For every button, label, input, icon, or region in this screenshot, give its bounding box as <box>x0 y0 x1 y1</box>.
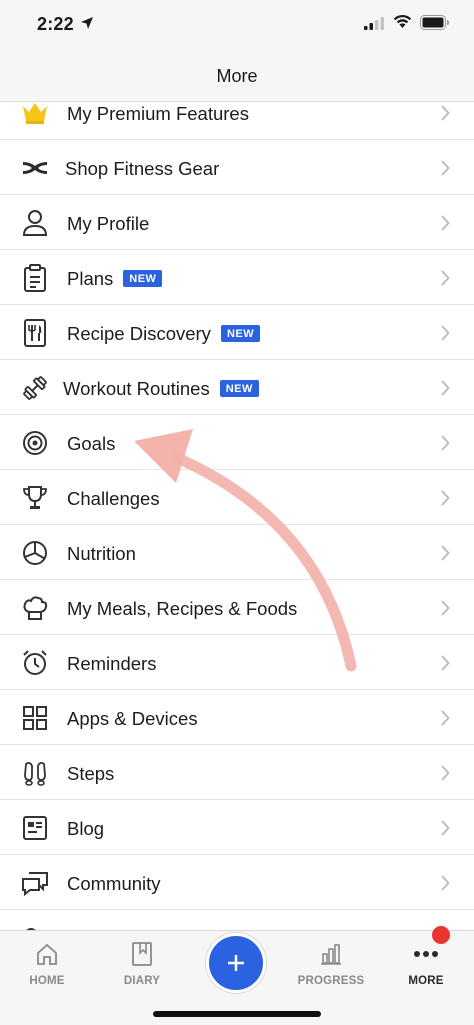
footprints-icon <box>20 758 50 788</box>
chevron-right-icon <box>441 160 450 176</box>
chevron-right-icon <box>441 545 450 561</box>
cellular-signal-icon <box>364 17 384 30</box>
menu-item-label: My Meals, Recipes & Foods <box>67 598 298 619</box>
friends-icon <box>20 923 50 930</box>
tab-diary[interactable]: DIARY <box>97 939 187 987</box>
menu-item-label: Community <box>67 873 161 894</box>
pie-chart-icon <box>20 538 50 568</box>
add-button[interactable] <box>206 933 266 993</box>
menu-item-blog[interactable]: Blog <box>0 800 474 855</box>
menu-item-label: Recipe Discovery NEW <box>67 323 261 345</box>
chevron-right-icon <box>441 600 450 616</box>
tab-label: DIARY <box>123 975 161 987</box>
menu-item-goals[interactable]: Goals <box>0 415 474 470</box>
grid-icon <box>20 703 50 733</box>
menu-item-apps-devices[interactable]: Apps & Devices <box>0 690 474 745</box>
chevron-right-icon <box>441 710 450 726</box>
home-indicator <box>153 1011 321 1017</box>
chevron-right-icon <box>441 215 450 231</box>
person-icon <box>20 208 50 238</box>
chef-hat-icon <box>20 593 50 623</box>
chat-bubbles-icon <box>20 868 50 898</box>
new-badge: NEW <box>123 270 163 287</box>
target-icon <box>20 428 50 458</box>
menu-item-challenges[interactable]: Challenges <box>0 470 474 525</box>
tab-progress[interactable]: PROGRESS <box>286 939 376 987</box>
menu-item-label: Steps <box>67 763 115 784</box>
book-icon <box>97 939 187 969</box>
menu-item-community[interactable]: Community <box>0 855 474 910</box>
chevron-right-icon <box>441 325 450 341</box>
status-bar: 2:22 <box>0 0 474 50</box>
menu-item-plans[interactable]: Plans NEW <box>0 250 474 305</box>
menu-item-premium-features[interactable]: My Premium Features <box>0 102 474 140</box>
chevron-right-icon <box>441 820 450 836</box>
plus-icon <box>228 955 244 971</box>
more-menu-list[interactable]: My Premium Features Shop Fitness Gear My… <box>0 102 474 930</box>
menu-item-label: Workout Routines NEW <box>63 378 259 400</box>
tab-home[interactable]: HOME <box>2 939 92 987</box>
new-badge: NEW <box>220 325 261 342</box>
status-time: 2:22 <box>37 14 74 34</box>
tab-label: HOME <box>29 975 65 987</box>
page-title: More <box>216 66 258 86</box>
chevron-right-icon <box>441 380 450 396</box>
tab-label: MORE <box>408 975 444 987</box>
trophy-icon <box>20 483 50 513</box>
menu-item-label: Apps & Devices <box>67 708 198 729</box>
menu-item-label: My Premium Features <box>67 103 249 124</box>
alarm-clock-icon <box>20 648 50 678</box>
menu-item-reminders[interactable]: Reminders <box>0 635 474 690</box>
newspaper-icon <box>20 813 50 843</box>
menu-item-label: Goals <box>67 433 116 454</box>
house-icon <box>2 939 92 969</box>
menu-item-workout-routines[interactable]: Workout Routines NEW <box>0 360 474 415</box>
chevron-right-icon <box>441 270 450 286</box>
wifi-icon <box>393 14 412 28</box>
tab-label: PROGRESS <box>297 975 365 987</box>
new-badge: NEW <box>219 380 259 397</box>
chevron-right-icon <box>441 435 450 451</box>
recipe-book-icon <box>20 318 50 348</box>
menu-item-label: Nutrition <box>67 543 136 564</box>
tab-more[interactable]: MORE <box>381 939 471 987</box>
menu-item-label: My Profile <box>67 213 150 234</box>
chevron-right-icon <box>441 490 450 506</box>
chevron-right-icon <box>441 105 450 121</box>
bar-chart-icon <box>286 939 376 969</box>
menu-item-label: Plans NEW <box>67 268 163 290</box>
chevron-right-icon <box>441 875 450 891</box>
battery-icon <box>420 15 449 30</box>
crown-icon <box>20 102 50 128</box>
menu-item-partial[interactable] <box>0 910 474 930</box>
menu-item-meals-recipes-foods[interactable]: My Meals, Recipes & Foods <box>0 580 474 635</box>
menu-item-label: Reminders <box>67 653 157 674</box>
chevron-right-icon <box>441 655 450 671</box>
menu-item-shop-fitness-gear[interactable]: Shop Fitness Gear <box>0 140 474 195</box>
location-arrow-icon <box>81 17 93 29</box>
menu-item-label: Blog <box>67 818 105 839</box>
menu-item-steps[interactable]: Steps <box>0 745 474 800</box>
notification-dot <box>432 926 450 944</box>
ellipsis-icon <box>381 939 471 969</box>
menu-item-nutrition[interactable]: Nutrition <box>0 525 474 580</box>
navigation-bar: More <box>0 50 474 102</box>
menu-item-recipe-discovery[interactable]: Recipe Discovery NEW <box>0 305 474 360</box>
menu-item-label: Challenges <box>67 488 160 509</box>
menu-item-label: Shop Fitness Gear <box>65 158 220 179</box>
dumbbell-icon <box>20 373 50 403</box>
under-armour-icon <box>20 153 50 183</box>
menu-item-my-profile[interactable]: My Profile <box>0 195 474 250</box>
chevron-right-icon <box>441 765 450 781</box>
clipboard-icon <box>20 263 50 293</box>
